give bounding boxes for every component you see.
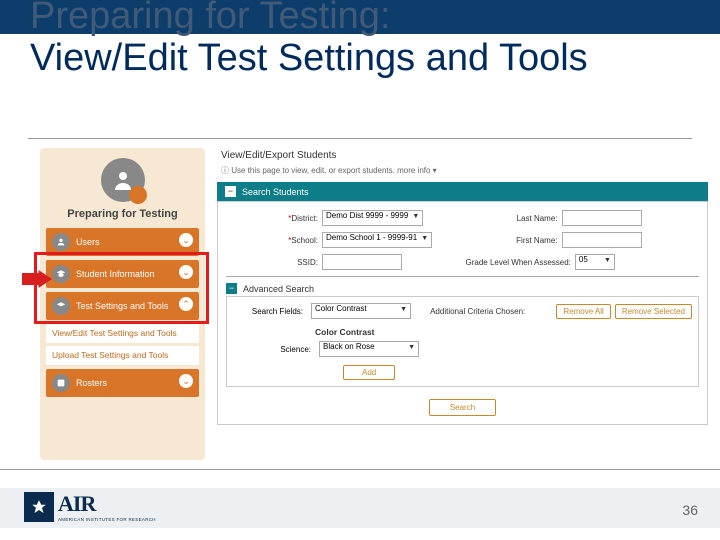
search-button[interactable]: Search <box>429 399 496 416</box>
lastname-input[interactable] <box>562 210 642 226</box>
grade-select[interactable]: 05 <box>575 254 615 270</box>
chevron-down-icon: ⌄ <box>179 233 193 247</box>
sidebar-sub-upload[interactable]: Upload Test Settings and Tools <box>46 346 199 365</box>
section-label: Search Students <box>242 187 309 197</box>
search-fields-label: Search Fields: <box>233 307 303 316</box>
color-contrast-group: Color Contrast <box>315 327 692 337</box>
sidebar-item-label: Student Information <box>76 269 155 279</box>
school-select[interactable]: Demo School 1 - 9999-91 <box>322 232 432 248</box>
sidebar-heading: Preparing for Testing <box>46 208 199 220</box>
remove-all-button[interactable]: Remove All <box>556 304 610 319</box>
main-panel: View/Edit/Export Students Use this page … <box>217 148 708 460</box>
chevron-up-icon: ⌃ <box>179 297 193 311</box>
user-gear-icon <box>101 158 145 202</box>
users-icon <box>52 233 70 251</box>
collapse-icon[interactable]: − <box>226 283 237 294</box>
title-underline <box>28 138 692 139</box>
grade-label: Grade Level When Assessed: <box>466 258 571 267</box>
ssid-label: SSID: <box>226 258 318 267</box>
remove-selected-button[interactable]: Remove Selected <box>615 304 692 319</box>
panel-title: View/Edit/Export Students <box>217 148 708 163</box>
firstname-input[interactable] <box>562 232 642 248</box>
advanced-search-label: Advanced Search <box>243 284 314 294</box>
pointer-arrow-icon <box>22 269 52 294</box>
district-label: District: <box>226 214 318 223</box>
student-icon <box>52 265 70 283</box>
air-logo: AIR AMERICAN INSTITUTES FOR RESEARCH <box>24 491 156 522</box>
sidebar-item-label: Rosters <box>76 378 107 388</box>
logo-subtext: AMERICAN INSTITUTES FOR RESEARCH <box>58 517 156 522</box>
settings-icon <box>52 297 70 315</box>
sidebar-item-student-information[interactable]: Student Information ⌄ <box>46 260 199 288</box>
sidebar-item-rosters[interactable]: Rosters ⌄ <box>46 369 199 397</box>
search-fields-select[interactable]: Color Contrast <box>311 303 411 319</box>
school-label: School: <box>226 236 318 245</box>
sidebar-item-label: Users <box>76 237 100 247</box>
air-logo-mark <box>24 492 54 522</box>
title-line2: View/Edit Test Settings and Tools <box>30 38 588 80</box>
sidebar-preparing-for-testing: Preparing for Testing Users ⌄ Student In… <box>40 148 205 460</box>
footer-divider <box>0 469 720 470</box>
title-line1: Preparing for Testing: <box>30 0 588 38</box>
sidebar-item-label: Test Settings and Tools <box>76 301 168 311</box>
additional-criteria-label: Additional Criteria Chosen: <box>430 307 525 316</box>
add-button[interactable]: Add <box>343 365 395 380</box>
lastname-label: Last Name: <box>466 214 558 223</box>
collapse-icon[interactable]: − <box>225 186 236 197</box>
district-select[interactable]: Demo Dist 9999 - 9999 <box>322 210 423 226</box>
rosters-icon <box>52 374 70 392</box>
sidebar-item-test-settings[interactable]: Test Settings and Tools ⌃ <box>46 292 199 320</box>
chevron-down-icon: ⌄ <box>179 265 193 279</box>
sidebar-item-users[interactable]: Users ⌄ <box>46 228 199 256</box>
chevron-down-icon: ⌄ <box>179 374 193 388</box>
info-text: Use this page to view, edit, or export s… <box>217 163 708 182</box>
logo-text: AIR <box>58 491 156 517</box>
search-students-bar[interactable]: − Search Students <box>217 182 708 201</box>
page-number: 36 <box>682 502 698 518</box>
sidebar-sub-view-edit[interactable]: View/Edit Test Settings and Tools <box>46 324 199 343</box>
page-title: Preparing for Testing: View/Edit Test Se… <box>30 0 588 80</box>
ssid-input[interactable] <box>322 254 402 270</box>
firstname-label: First Name: <box>466 236 558 245</box>
science-select[interactable]: Black on Rose <box>319 341 419 357</box>
science-label: Science: <box>233 345 311 354</box>
